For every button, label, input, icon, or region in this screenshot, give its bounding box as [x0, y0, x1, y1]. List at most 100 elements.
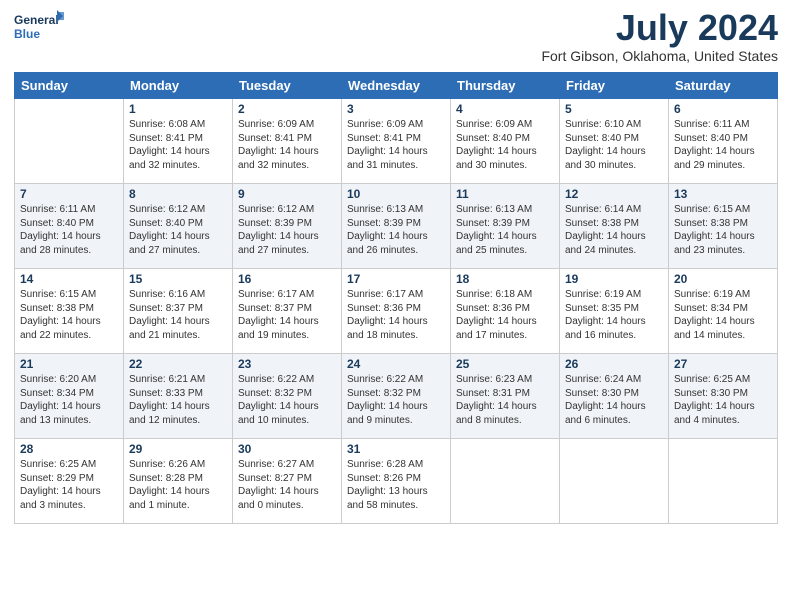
calendar-cell: 19 Sunrise: 6:19 AM Sunset: 8:35 PM Dayli… — [560, 269, 669, 354]
cell-text: Sunrise: 6:09 AM Sunset: 8:40 PM Dayligh… — [456, 118, 554, 172]
month-title: July 2024 — [541, 10, 778, 46]
day-number: 4 — [456, 102, 554, 116]
cell-text: Sunrise: 6:25 AM Sunset: 8:29 PM Dayligh… — [20, 458, 118, 512]
cell-text: Sunrise: 6:13 AM Sunset: 8:39 PM Dayligh… — [456, 203, 554, 257]
day-number: 24 — [347, 357, 445, 371]
day-number: 16 — [238, 272, 336, 286]
day-number: 28 — [20, 442, 118, 456]
day-number: 3 — [347, 102, 445, 116]
cell-text: Sunrise: 6:28 AM Sunset: 8:26 PM Dayligh… — [347, 458, 445, 512]
cell-text: Sunrise: 6:17 AM Sunset: 8:37 PM Dayligh… — [238, 288, 336, 342]
day-number: 19 — [565, 272, 663, 286]
day-number: 14 — [20, 272, 118, 286]
calendar-cell: 7 Sunrise: 6:11 AM Sunset: 8:40 PM Daylig… — [15, 184, 124, 269]
cell-text: Sunrise: 6:19 AM Sunset: 8:35 PM Dayligh… — [565, 288, 663, 342]
svg-text:General: General — [14, 13, 59, 27]
header: General Blue July 2024 Fort Gibson, Okla… — [14, 10, 778, 64]
cell-text: Sunrise: 6:08 AM Sunset: 8:41 PM Dayligh… — [129, 118, 227, 172]
svg-text:Blue: Blue — [14, 27, 40, 41]
cell-text: Sunrise: 6:22 AM Sunset: 8:32 PM Dayligh… — [347, 373, 445, 427]
calendar-cell: 4 Sunrise: 6:09 AM Sunset: 8:40 PM Daylig… — [451, 99, 560, 184]
cell-text: Sunrise: 6:24 AM Sunset: 8:30 PM Dayligh… — [565, 373, 663, 427]
day-number: 5 — [565, 102, 663, 116]
calendar-cell: 10 Sunrise: 6:13 AM Sunset: 8:39 PM Dayli… — [342, 184, 451, 269]
page-container: General Blue July 2024 Fort Gibson, Okla… — [0, 0, 792, 612]
calendar-cell: 1 Sunrise: 6:08 AM Sunset: 8:41 PM Daylig… — [124, 99, 233, 184]
day-number: 22 — [129, 357, 227, 371]
calendar-cell: 8 Sunrise: 6:12 AM Sunset: 8:40 PM Daylig… — [124, 184, 233, 269]
calendar-cell: 12Sunrise: 6:14 AM Sunset: 8:38 PM Dayli… — [560, 184, 669, 269]
col-thursday: Thursday — [451, 73, 560, 99]
col-tuesday: Tuesday — [233, 73, 342, 99]
cell-text: Sunrise: 6:25 AM Sunset: 8:30 PM Dayligh… — [674, 373, 772, 427]
calendar-body: 1 Sunrise: 6:08 AM Sunset: 8:41 PM Daylig… — [15, 99, 778, 524]
day-number: 13 — [674, 187, 772, 201]
calendar-cell: 21 Sunrise: 6:20 AM Sunset: 8:34 PM Dayli… — [15, 354, 124, 439]
calendar-cell: 31Sunrise: 6:28 AM Sunset: 8:26 PM Dayli… — [342, 439, 451, 524]
calendar-cell: 15Sunrise: 6:16 AM Sunset: 8:37 PM Dayli… — [124, 269, 233, 354]
day-number: 1 — [129, 102, 227, 116]
calendar-cell: 17 Sunrise: 6:17 AM Sunset: 8:36 PM Dayli… — [342, 269, 451, 354]
day-number: 9 — [238, 187, 336, 201]
cell-text: Sunrise: 6:12 AM Sunset: 8:39 PM Dayligh… — [238, 203, 336, 257]
cell-text: Sunrise: 6:19 AM Sunset: 8:34 PM Dayligh… — [674, 288, 772, 342]
calendar-cell — [451, 439, 560, 524]
calendar-cell: 20Sunrise: 6:19 AM Sunset: 8:34 PM Dayli… — [669, 269, 778, 354]
calendar-week-0: 1 Sunrise: 6:08 AM Sunset: 8:41 PM Daylig… — [15, 99, 778, 184]
cell-text: Sunrise: 6:12 AM Sunset: 8:40 PM Dayligh… — [129, 203, 227, 257]
calendar-cell: 2Sunrise: 6:09 AM Sunset: 8:41 PM Daylig… — [233, 99, 342, 184]
calendar-cell: 30 Sunrise: 6:27 AM Sunset: 8:27 PM Dayli… — [233, 439, 342, 524]
cell-text: Sunrise: 6:11 AM Sunset: 8:40 PM Dayligh… — [20, 203, 118, 257]
cell-text: Sunrise: 6:14 AM Sunset: 8:38 PM Dayligh… — [565, 203, 663, 257]
calendar-cell — [669, 439, 778, 524]
title-area: July 2024 Fort Gibson, Oklahoma, United … — [541, 10, 778, 64]
cell-text: Sunrise: 6:15 AM Sunset: 8:38 PM Dayligh… — [674, 203, 772, 257]
calendar-cell: 14 Sunrise: 6:15 AM Sunset: 8:38 PM Dayli… — [15, 269, 124, 354]
calendar-cell: 25 Sunrise: 6:23 AM Sunset: 8:31 PM Dayli… — [451, 354, 560, 439]
calendar-week-3: 21 Sunrise: 6:20 AM Sunset: 8:34 PM Dayli… — [15, 354, 778, 439]
cell-text: Sunrise: 6:10 AM Sunset: 8:40 PM Dayligh… — [565, 118, 663, 172]
calendar-cell: 16 Sunrise: 6:17 AM Sunset: 8:37 PM Dayli… — [233, 269, 342, 354]
cell-text: Sunrise: 6:18 AM Sunset: 8:36 PM Dayligh… — [456, 288, 554, 342]
cell-text: Sunrise: 6:17 AM Sunset: 8:36 PM Dayligh… — [347, 288, 445, 342]
header-row: Sunday Monday Tuesday Wednesday Thursday… — [15, 73, 778, 99]
cell-text: Sunrise: 6:23 AM Sunset: 8:31 PM Dayligh… — [456, 373, 554, 427]
day-number: 10 — [347, 187, 445, 201]
calendar-cell: 29Sunrise: 6:26 AM Sunset: 8:28 PM Dayli… — [124, 439, 233, 524]
calendar-header: Sunday Monday Tuesday Wednesday Thursday… — [15, 73, 778, 99]
cell-text: Sunrise: 6:13 AM Sunset: 8:39 PM Dayligh… — [347, 203, 445, 257]
calendar-cell: 9 Sunrise: 6:12 AM Sunset: 8:39 PM Daylig… — [233, 184, 342, 269]
calendar-cell: 26Sunrise: 6:24 AM Sunset: 8:30 PM Dayli… — [560, 354, 669, 439]
day-number: 11 — [456, 187, 554, 201]
col-friday: Friday — [560, 73, 669, 99]
calendar-cell — [560, 439, 669, 524]
cell-text: Sunrise: 6:11 AM Sunset: 8:40 PM Dayligh… — [674, 118, 772, 172]
calendar-week-1: 7 Sunrise: 6:11 AM Sunset: 8:40 PM Daylig… — [15, 184, 778, 269]
day-number: 6 — [674, 102, 772, 116]
cell-text: Sunrise: 6:27 AM Sunset: 8:27 PM Dayligh… — [238, 458, 336, 512]
day-number: 17 — [347, 272, 445, 286]
logo: General Blue — [14, 10, 64, 45]
col-monday: Monday — [124, 73, 233, 99]
calendar-cell: 22 Sunrise: 6:21 AM Sunset: 8:33 PM Dayli… — [124, 354, 233, 439]
col-saturday: Saturday — [669, 73, 778, 99]
cell-text: Sunrise: 6:20 AM Sunset: 8:34 PM Dayligh… — [20, 373, 118, 427]
col-sunday: Sunday — [15, 73, 124, 99]
calendar-cell: 13 Sunrise: 6:15 AM Sunset: 8:38 PM Dayli… — [669, 184, 778, 269]
day-number: 8 — [129, 187, 227, 201]
day-number: 27 — [674, 357, 772, 371]
calendar-cell: 23Sunrise: 6:22 AM Sunset: 8:32 PM Dayli… — [233, 354, 342, 439]
calendar-cell: 5 Sunrise: 6:10 AM Sunset: 8:40 PM Daylig… — [560, 99, 669, 184]
col-wednesday: Wednesday — [342, 73, 451, 99]
cell-text: Sunrise: 6:21 AM Sunset: 8:33 PM Dayligh… — [129, 373, 227, 427]
calendar-cell: 28 Sunrise: 6:25 AM Sunset: 8:29 PM Dayli… — [15, 439, 124, 524]
calendar-table: Sunday Monday Tuesday Wednesday Thursday… — [14, 72, 778, 524]
day-number: 21 — [20, 357, 118, 371]
day-number: 30 — [238, 442, 336, 456]
day-number: 25 — [456, 357, 554, 371]
calendar-cell: 3Sunrise: 6:09 AM Sunset: 8:41 PM Daylig… — [342, 99, 451, 184]
day-number: 7 — [20, 187, 118, 201]
logo-svg: General Blue — [14, 10, 64, 45]
cell-text: Sunrise: 6:15 AM Sunset: 8:38 PM Dayligh… — [20, 288, 118, 342]
day-number: 18 — [456, 272, 554, 286]
